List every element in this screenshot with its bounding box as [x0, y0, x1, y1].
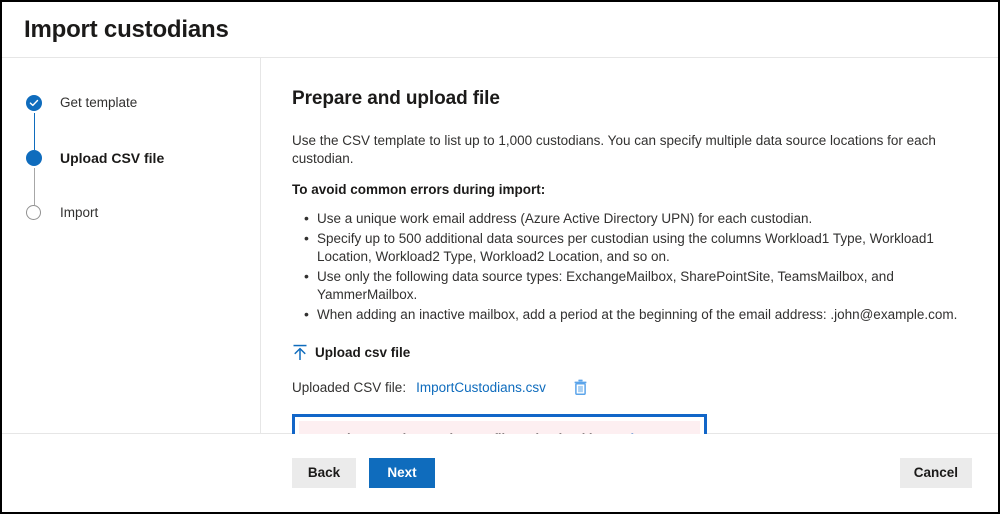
sidebar-step-get-template[interactable]: Get template	[26, 94, 260, 150]
step-connector	[33, 168, 35, 205]
dialog-header: Import custodians	[2, 2, 998, 58]
empty-circle-icon	[26, 205, 41, 220]
step-connector	[33, 113, 35, 150]
main-content: Prepare and upload file Use the CSV temp…	[261, 58, 998, 478]
dialog-footer: Back Next Cancel	[2, 434, 998, 512]
dialog-body: Get template Upload CSV file Import Prep…	[2, 58, 998, 478]
uploaded-file-label: Uploaded CSV file:	[292, 379, 407, 395]
step-marker-done	[26, 95, 44, 150]
uploaded-file-row: Uploaded CSV file: ImportCustodians.csv	[292, 377, 968, 397]
uploaded-file-link[interactable]: ImportCustodians.csv	[416, 380, 546, 395]
cancel-button[interactable]: Cancel	[899, 458, 972, 488]
upload-arrow-icon	[293, 344, 307, 360]
list-item: Use a unique work email address (Azure A…	[292, 209, 968, 229]
section-heading: Prepare and upload file	[292, 88, 500, 109]
upload-csv-file-button[interactable]: Upload csv file	[292, 344, 968, 361]
sidebar-step-label: Get template	[60, 95, 138, 110]
list-item: When adding an inactive mailbox, add a p…	[292, 305, 968, 325]
delete-file-button[interactable]	[573, 379, 588, 395]
next-button[interactable]: Next	[369, 458, 435, 488]
sidebar-step-label: Import	[60, 205, 99, 220]
page-title: Import custodians	[24, 15, 229, 43]
sidebar-step-upload-csv-file[interactable]: Upload CSV file	[26, 149, 260, 205]
upload-csv-file-label: Upload csv file	[315, 345, 411, 360]
step-marker-current	[26, 150, 44, 205]
wizard-sidebar: Get template Upload CSV file Import	[2, 58, 261, 433]
trash-icon	[574, 379, 587, 395]
wizard-steps: Get template Upload CSV file Import	[26, 94, 260, 259]
check-circle-icon	[26, 95, 42, 111]
step-marker-todo	[26, 205, 44, 223]
rules-subheading: To avoid common errors during import:	[292, 182, 546, 197]
sidebar-step-label: Upload CSV file	[60, 150, 165, 166]
list-item: Use only the following data source types…	[292, 267, 968, 305]
list-item: Specify up to 500 additional data source…	[292, 229, 968, 267]
intro-paragraph: Use the CSV template to list up to 1,000…	[292, 133, 936, 166]
filled-circle-icon	[26, 150, 42, 166]
rules-list: Use a unique work email address (Azure A…	[292, 209, 968, 325]
import-custodians-dialog: Import custodians Get template Upload CS…	[0, 0, 1000, 514]
sidebar-step-import[interactable]: Import	[26, 204, 260, 259]
back-button[interactable]: Back	[292, 458, 356, 488]
